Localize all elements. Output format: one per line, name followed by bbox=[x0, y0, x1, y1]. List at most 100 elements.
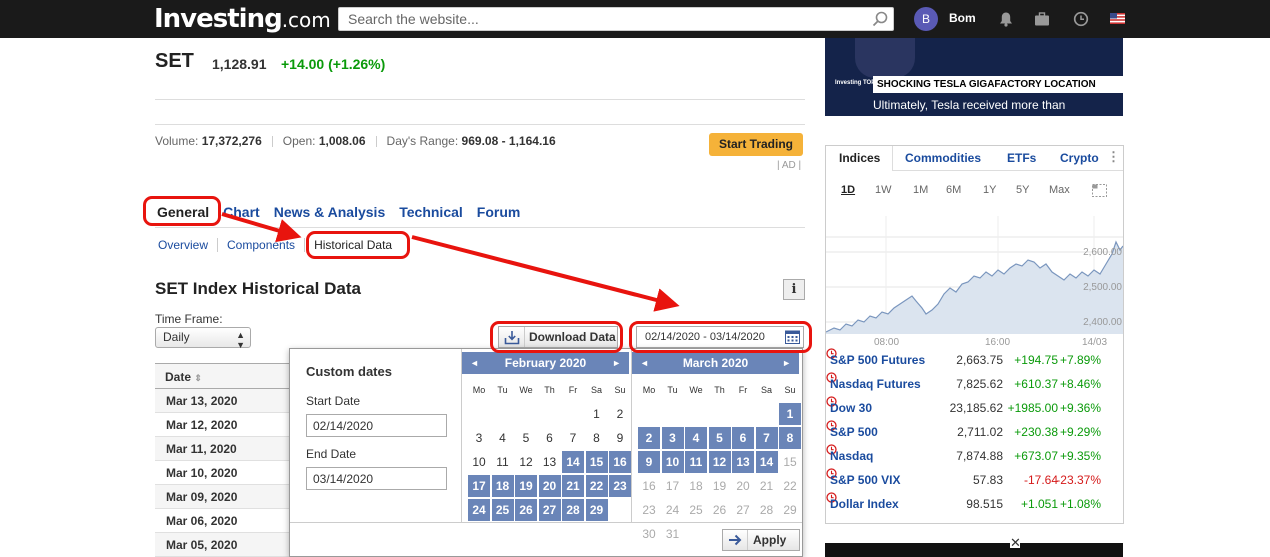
index-name[interactable]: Nasdaq Futures bbox=[830, 377, 921, 391]
calendar-day[interactable]: 1 bbox=[779, 403, 801, 425]
bell-icon[interactable] bbox=[998, 11, 1014, 27]
calendar-day[interactable]: 14 bbox=[755, 451, 778, 473]
tab-news-analysis[interactable]: News & Analysis bbox=[274, 204, 386, 220]
calendar-day[interactable]: 29 bbox=[585, 499, 608, 521]
tab-chart[interactable]: Chart bbox=[223, 204, 260, 220]
period-5y[interactable]: 5Y bbox=[1016, 184, 1029, 196]
calendar-day[interactable]: 19 bbox=[515, 475, 537, 497]
apply-button[interactable]: Apply bbox=[722, 529, 800, 551]
index-row[interactable]: Nasdaq 7,874.88 +673.07 +9.35% bbox=[826, 444, 1123, 468]
next-month-icon[interactable]: ► bbox=[612, 352, 621, 374]
calendar-day[interactable]: 4 bbox=[685, 427, 707, 449]
period-1d[interactable]: 1D bbox=[841, 184, 855, 196]
timeframe-select[interactable]: Daily ▲ ▼ bbox=[155, 327, 251, 350]
period-1y[interactable]: 1Y bbox=[983, 184, 996, 196]
calendar-day[interactable]: 30 bbox=[638, 523, 660, 545]
calendar-day[interactable]: 18 bbox=[491, 475, 514, 497]
calendar-day[interactable]: 31 bbox=[662, 523, 684, 545]
close-icon[interactable]: ✕ bbox=[1010, 536, 1021, 549]
tab-forum[interactable]: Forum bbox=[477, 204, 521, 220]
index-name[interactable]: S&P 500 VIX bbox=[830, 473, 901, 487]
calendar-day[interactable]: 2 bbox=[638, 427, 660, 449]
widget-tab-indices[interactable]: Indices bbox=[839, 151, 880, 165]
index-row[interactable]: S&P 500 VIX 57.83 -17.64 -23.37% bbox=[826, 468, 1123, 492]
more-icon[interactable]: ⋮ bbox=[1107, 149, 1120, 165]
calendar-day[interactable]: 7 bbox=[562, 427, 584, 449]
period-6m[interactable]: 6M bbox=[946, 184, 961, 196]
period-max[interactable]: Max bbox=[1049, 184, 1070, 196]
calendar-day[interactable]: 3 bbox=[468, 427, 490, 449]
calendar-day[interactable]: 24 bbox=[468, 499, 490, 521]
period-1m[interactable]: 1M bbox=[913, 184, 928, 196]
index-name[interactable]: S&P 500 Futures bbox=[830, 353, 925, 367]
video-thumbnail[interactable]: Investing TOP STORIES SHOCKING TESLA GIG… bbox=[825, 38, 1123, 116]
calendar-day[interactable]: 5 bbox=[708, 427, 731, 449]
calendar-day[interactable]: 1 bbox=[586, 403, 608, 425]
period-1w[interactable]: 1W bbox=[875, 184, 892, 196]
index-row[interactable]: S&P 500 2,711.02 +230.38 +9.29% bbox=[826, 420, 1123, 444]
calendar-day[interactable]: 27 bbox=[538, 499, 561, 521]
username[interactable]: Bom bbox=[949, 11, 976, 25]
calendar-day[interactable]: 21 bbox=[562, 475, 584, 497]
calendar-day[interactable]: 17 bbox=[468, 475, 490, 497]
calendar-day[interactable]: 9 bbox=[638, 451, 660, 473]
info-button[interactable]: i bbox=[783, 279, 805, 300]
calendar-day[interactable]: 29 bbox=[779, 499, 801, 521]
start-trading-button[interactable]: Start Trading bbox=[709, 133, 803, 156]
sort-icon[interactable]: ⇕ bbox=[194, 373, 202, 383]
search-input[interactable]: Search the website... bbox=[338, 7, 894, 31]
calendar-day[interactable]: 5 bbox=[515, 427, 537, 449]
tab-technical[interactable]: Technical bbox=[399, 204, 463, 220]
widget-tab-commodities[interactable]: Commodities bbox=[905, 151, 981, 165]
calendar-day[interactable]: 6 bbox=[539, 427, 561, 449]
calendar-day[interactable]: 17 bbox=[662, 475, 684, 497]
calendar-day[interactable]: 25 bbox=[491, 499, 514, 521]
calendar-day[interactable]: 22 bbox=[779, 475, 801, 497]
calendar-day[interactable]: 15 bbox=[585, 451, 608, 473]
investing-logo[interactable]: Investing.com bbox=[154, 4, 331, 34]
widget-tab-etfs[interactable]: ETFs bbox=[1007, 151, 1036, 165]
calendar-day[interactable]: 25 bbox=[685, 499, 707, 521]
index-row[interactable]: Nasdaq Futures 7,825.62 +610.37 +8.46% bbox=[826, 372, 1123, 396]
calendar-day[interactable]: 12 bbox=[515, 451, 537, 473]
calendar-day[interactable]: 14 bbox=[562, 451, 584, 473]
calendar-day[interactable]: 3 bbox=[661, 427, 684, 449]
calendar-day[interactable]: 26 bbox=[515, 499, 537, 521]
index-name[interactable]: S&P 500 bbox=[830, 425, 878, 439]
prev-month-icon[interactable]: ◄ bbox=[640, 352, 649, 374]
calendar-day[interactable]: 9 bbox=[609, 427, 631, 449]
calendar-day[interactable]: 6 bbox=[732, 427, 754, 449]
next-month-icon[interactable]: ► bbox=[782, 352, 791, 374]
calendar-day[interactable]: 16 bbox=[638, 475, 660, 497]
calendar-day[interactable]: 18 bbox=[685, 475, 707, 497]
calendar-day[interactable]: 24 bbox=[662, 499, 684, 521]
calendar-day[interactable]: 28 bbox=[562, 499, 584, 521]
calendar-day[interactable]: 26 bbox=[709, 499, 731, 521]
avatar[interactable]: B bbox=[914, 7, 938, 31]
calendar-day[interactable]: 10 bbox=[661, 451, 684, 473]
index-row[interactable]: Dollar Index 98.515 +1.051 +1.08% bbox=[826, 492, 1123, 516]
calendar-day[interactable]: 8 bbox=[779, 427, 801, 449]
calendar-day[interactable]: 8 bbox=[586, 427, 608, 449]
calendar-day[interactable]: 16 bbox=[609, 451, 631, 473]
index-row[interactable]: Dow 30 23,185.62 +1985.00 +9.36% bbox=[826, 396, 1123, 420]
calendar-day[interactable]: 20 bbox=[732, 475, 754, 497]
mini-index-chart[interactable]: 2,600.00 2,500.00 2,400.00 08:00 16:00 1… bbox=[826, 216, 1123, 356]
index-name[interactable]: Dollar Index bbox=[830, 497, 899, 511]
subtab-components[interactable]: Components bbox=[227, 238, 306, 252]
date-column-header[interactable]: Date ⇕ bbox=[155, 363, 295, 389]
calendar-day[interactable]: 7 bbox=[755, 427, 778, 449]
calendar-day[interactable]: 28 bbox=[756, 499, 778, 521]
calendar-day[interactable]: 10 bbox=[468, 451, 490, 473]
calendar-day[interactable]: 11 bbox=[685, 451, 707, 473]
calendar-day[interactable]: 27 bbox=[732, 499, 754, 521]
end-date-field[interactable] bbox=[306, 467, 447, 490]
calendar-day[interactable]: 20 bbox=[538, 475, 561, 497]
briefcase-icon[interactable] bbox=[1034, 11, 1050, 27]
calendar-day[interactable]: 22 bbox=[585, 475, 608, 497]
calendar-day[interactable]: 21 bbox=[756, 475, 778, 497]
calendar-day[interactable]: 23 bbox=[638, 499, 660, 521]
calendar-day[interactable]: 19 bbox=[709, 475, 731, 497]
calendar-day[interactable]: 2 bbox=[609, 403, 631, 425]
calendar-day[interactable]: 12 bbox=[708, 451, 731, 473]
